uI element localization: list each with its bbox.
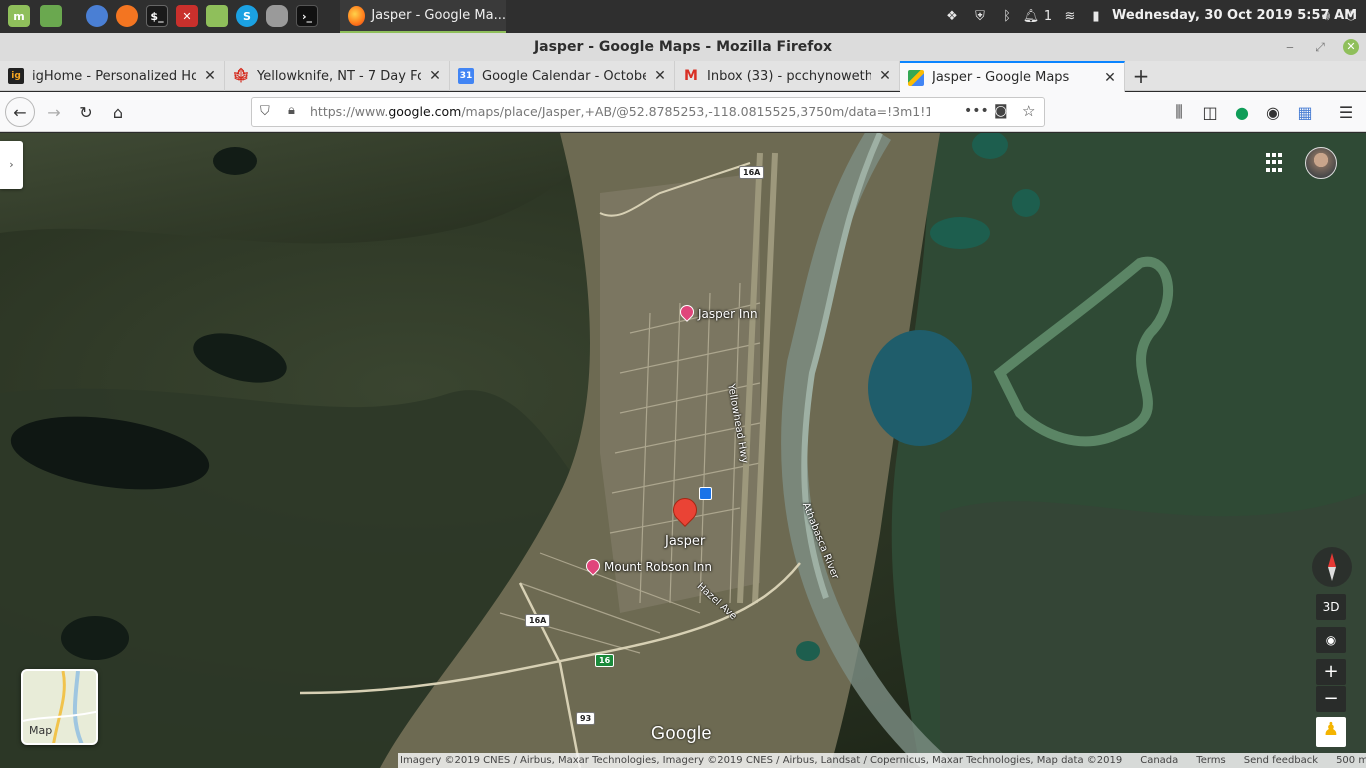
tab-gmail-inbox[interactable]: M Inbox (33) - pcchynoweth@gm ✕: [675, 61, 900, 91]
skype-icon[interactable]: S: [236, 5, 258, 27]
map-layer-label: Map: [29, 724, 53, 737]
system-panel: m $_ ✕ S ›_ Jasper - Google Ma... ❖ ⛨ ᛒ …: [0, 0, 1366, 33]
firefox-icon[interactable]: [116, 5, 138, 27]
map-attribution-bar: Imagery ©2019 CNES / Airbus, Maxar Techn…: [398, 753, 1366, 768]
menu-icon[interactable]: ☰: [1332, 98, 1360, 126]
notifications-count: 1: [1043, 8, 1053, 24]
terminal-icon[interactable]: $_: [146, 5, 168, 27]
tilt-3d-button[interactable]: 3D: [1316, 594, 1346, 620]
account-icon[interactable]: ◉: [1259, 98, 1287, 126]
hangouts-icon[interactable]: ●: [1228, 98, 1256, 126]
close-tab-icon[interactable]: ✕: [652, 68, 668, 84]
shield-check-icon[interactable]: ⛨: [970, 7, 990, 25]
scrcpy-icon[interactable]: ✕: [176, 5, 198, 27]
google-apps-icon[interactable]: [1266, 153, 1286, 173]
highway-shield-93: 93: [576, 712, 596, 725]
send-feedback-link[interactable]: Send feedback: [1244, 755, 1318, 766]
mouse-icon[interactable]: [266, 5, 288, 27]
satellite-map[interactable]: › 16A 16A 93 16 Jasper Inn Mount Robson …: [0, 133, 1366, 768]
side-panel-toggle[interactable]: ›: [0, 141, 23, 189]
close-tab-icon[interactable]: ✕: [1102, 70, 1118, 86]
window-titlebar[interactable]: Jasper - Google Maps - Mozilla Firefox ‒…: [0, 33, 1366, 61]
terms-link[interactable]: Terms: [1196, 755, 1225, 766]
highway-shield-16a: 16A: [525, 614, 551, 627]
tab-yellowknife[interactable]: 🍁︎ Yellowknife, NT - 7 Day Foreca ✕: [225, 61, 450, 91]
tab-google-calendar[interactable]: 31 Google Calendar - October 20 ✕: [450, 61, 675, 91]
close-tab-icon[interactable]: ✕: [202, 68, 218, 84]
folder-icon[interactable]: [206, 5, 228, 27]
avatar[interactable]: [1305, 147, 1337, 179]
place-label-jasper-inn[interactable]: Jasper Inn: [698, 307, 758, 321]
tracking-protection-icon[interactable]: ⛉: [260, 104, 270, 119]
maximize-icon[interactable]: ⤢: [1312, 39, 1328, 55]
google-maps-icon: [908, 69, 924, 86]
forward-button[interactable]: →: [40, 98, 68, 126]
zoom-out-button[interactable]: −: [1316, 686, 1346, 712]
mint-menu-icon[interactable]: m: [8, 5, 30, 27]
url-text[interactable]: https://www.google.com/maps/place/Jasper…: [310, 104, 930, 119]
files-icon[interactable]: [40, 5, 62, 27]
back-button[interactable]: ←: [5, 97, 35, 127]
tab-ighome[interactable]: ig igHome - Personalized Home ✕: [0, 61, 225, 91]
transit-station-icon[interactable]: [699, 487, 712, 500]
window-title: Jasper - Google Maps - Mozilla Firefox: [533, 39, 833, 55]
region-link[interactable]: Canada: [1140, 755, 1178, 766]
volume-icon[interactable]: 🔊︎: [1316, 7, 1336, 25]
zoom-in-button[interactable]: +: [1316, 659, 1346, 685]
notifications-icon[interactable]: 🔔︎: [1022, 7, 1040, 25]
minimize-icon[interactable]: ‒: [1282, 39, 1298, 55]
highway-shield-16: 16: [595, 654, 615, 667]
battery-icon[interactable]: ▮: [1088, 7, 1104, 25]
pegman-icon[interactable]: ♟: [1316, 717, 1346, 747]
place-label-jasper[interactable]: Jasper: [665, 534, 705, 549]
dropbox-icon[interactable]: ❖: [942, 7, 962, 25]
tab-strip: ig igHome - Personalized Home ✕ 🍁︎ Yello…: [0, 61, 1366, 92]
terminal-dark-icon[interactable]: ›_: [296, 5, 318, 27]
highway-shield-16a: 16A: [739, 166, 765, 179]
imagery-attribution: Imagery ©2019 CNES / Airbus, Maxar Techn…: [400, 755, 1123, 766]
chromium-icon[interactable]: [86, 5, 108, 27]
taskbar-firefox-window[interactable]: Jasper - Google Ma...: [340, 0, 506, 33]
new-tab-button[interactable]: +: [1130, 65, 1152, 87]
ig-favicon-icon: ig: [8, 68, 24, 84]
google-logo: Google: [651, 723, 713, 743]
tab-jasper-google-maps[interactable]: Jasper - Google Maps ✕: [900, 61, 1125, 92]
bookmark-star-icon[interactable]: ☆: [1022, 102, 1035, 120]
navigation-toolbar: ← → ↻ ⌂ ⛉ 🔒︎ https://www.google.com/maps…: [0, 92, 1366, 132]
scale-label[interactable]: 500 m: [1336, 755, 1366, 766]
home-button[interactable]: ⌂: [104, 98, 132, 126]
firefox-icon: [348, 5, 366, 26]
satellite-imagery: [0, 133, 1366, 768]
page-actions-icon[interactable]: •••: [964, 103, 989, 119]
containers-icon[interactable]: ▦: [1291, 98, 1319, 126]
sidebar-icon[interactable]: ◫: [1196, 98, 1224, 126]
my-location-icon[interactable]: ◉: [1316, 627, 1346, 653]
pocket-icon[interactable]: ◙: [994, 103, 1008, 119]
power-icon[interactable]: ⏻: [1342, 7, 1360, 25]
close-window-icon[interactable]: ✕: [1343, 39, 1359, 55]
library-icon[interactable]: ⫼: [1165, 98, 1193, 126]
close-tab-icon[interactable]: ✕: [877, 68, 893, 84]
compass-icon[interactable]: [1312, 547, 1352, 587]
reload-button[interactable]: ↻: [72, 98, 100, 126]
wifi-icon[interactable]: ≋: [1060, 7, 1080, 25]
url-bar[interactable]: ⛉ 🔒︎ https://www.google.com/maps/place/J…: [251, 97, 1045, 127]
lock-icon[interactable]: 🔒︎: [288, 103, 295, 118]
maple-leaf-icon: 🍁︎: [232, 68, 250, 84]
map-layer-toggle[interactable]: Map: [21, 669, 98, 745]
calendar-icon: 31: [458, 68, 474, 84]
close-tab-icon[interactable]: ✕: [427, 68, 443, 84]
place-label-mount-robson-inn[interactable]: Mount Robson Inn: [604, 560, 712, 574]
bluetooth-icon[interactable]: ᛒ: [998, 7, 1016, 25]
gmail-icon: M: [684, 68, 698, 84]
taskbar-window-label: Jasper - Google Ma...: [371, 8, 506, 23]
